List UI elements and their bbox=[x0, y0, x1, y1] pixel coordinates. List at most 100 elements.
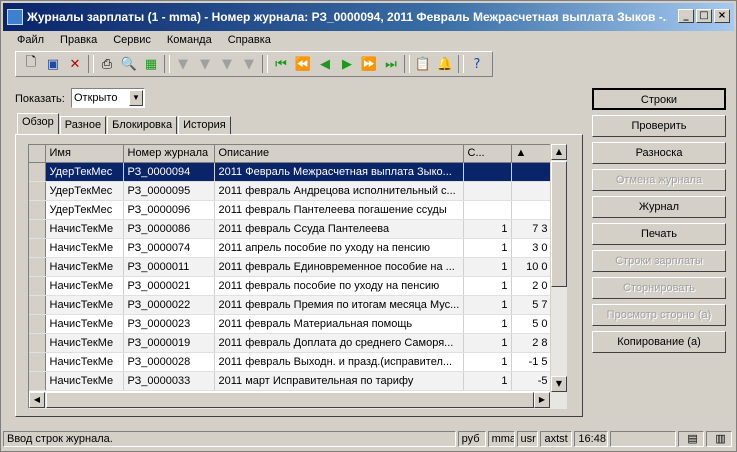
cell-name[interactable]: УдерТекМес bbox=[45, 181, 124, 201]
cell-amount[interactable]: 2 8 bbox=[511, 333, 552, 353]
cell-name[interactable]: НачисТекМе bbox=[45, 295, 124, 315]
cell-amount[interactable]: -5 bbox=[511, 371, 552, 391]
column-header-name[interactable]: Имя bbox=[45, 145, 124, 163]
vertical-scrollbar[interactable]: ▲ ▼ bbox=[550, 144, 567, 393]
column-header-journal-number[interactable]: Номер журнала bbox=[123, 145, 215, 163]
cell-journal-number[interactable]: РЗ_0000086 bbox=[123, 219, 215, 239]
previous-page-icon[interactable]: ⏪ bbox=[292, 54, 314, 74]
delete-icon[interactable]: ✕ bbox=[64, 54, 86, 74]
cell-name[interactable]: НачисТекМе bbox=[45, 257, 124, 277]
cell-c[interactable] bbox=[463, 181, 512, 201]
row-selector[interactable] bbox=[29, 181, 46, 201]
next-page-icon[interactable]: ⏩ bbox=[358, 54, 380, 74]
table-row[interactable]: НачисТекМе РЗ_0000074 2011 апрель пособие … bbox=[29, 238, 552, 258]
validate-button[interactable]: Проверить bbox=[592, 115, 726, 137]
cell-journal-number[interactable]: РЗ_0000094 bbox=[123, 162, 215, 182]
post-button[interactable]: Разноска bbox=[592, 142, 726, 164]
row-selector[interactable] bbox=[29, 257, 46, 277]
print-button[interactable]: Печать bbox=[592, 223, 726, 245]
cell-name[interactable]: НачисТекМе bbox=[45, 276, 124, 296]
maximize-button[interactable]: □ bbox=[696, 9, 712, 23]
cell-amount[interactable]: 5 7 bbox=[511, 295, 552, 315]
table-row[interactable]: УдерТекМес РЗ_0000096 2011 февраль Пантеле… bbox=[29, 200, 552, 220]
help-icon[interactable]: ? bbox=[466, 54, 488, 74]
row-selector[interactable] bbox=[29, 371, 46, 391]
table-row[interactable]: УдерТекМес РЗ_0000095 2011 февраль Андрецо… bbox=[29, 181, 552, 201]
cell-amount[interactable] bbox=[511, 181, 552, 201]
chevron-down-icon[interactable]: ▼ bbox=[129, 90, 143, 106]
tab-blocking[interactable]: Блокировка bbox=[107, 116, 178, 135]
table-row[interactable]: НачисТекМе РЗ_0000022 2011 февраль Премия … bbox=[29, 295, 552, 315]
scroll-down-icon[interactable]: ▼ bbox=[551, 376, 567, 392]
row-selector[interactable] bbox=[29, 219, 46, 239]
cell-c[interactable]: 1 bbox=[463, 333, 512, 353]
menu-command[interactable]: Команда bbox=[167, 34, 212, 46]
cell-description[interactable]: 2011 февраль Андрецова исполнительный с.… bbox=[214, 181, 464, 201]
reverse-button[interactable]: Сторнировать bbox=[592, 277, 726, 299]
advanced-filter-icon[interactable]: ▼ bbox=[216, 54, 238, 74]
cell-c[interactable]: 1 bbox=[463, 257, 512, 277]
lines-button[interactable]: Строки bbox=[592, 88, 726, 110]
cell-description[interactable]: 2011 февраль Премия по итогам месяца Мус… bbox=[214, 295, 464, 315]
save-icon[interactable]: ▣ bbox=[42, 54, 64, 74]
cell-description[interactable]: 2011 Февраль Межрасчетная выплата Зыко..… bbox=[214, 162, 464, 182]
row-selector[interactable] bbox=[29, 162, 46, 182]
show-filter-select[interactable]: Открыто ▼ bbox=[71, 88, 145, 108]
tab-general[interactable]: Разное bbox=[59, 116, 107, 135]
cell-description[interactable]: 2011 апрель пособие по уходу на пенсию bbox=[214, 238, 464, 258]
horizontal-scroll-thumb[interactable] bbox=[46, 392, 534, 408]
table-row[interactable]: НачисТекМе РЗ_0000028 2011 февраль Выходн.… bbox=[29, 352, 552, 372]
cell-description[interactable]: 2011 март Исправительная по тарифу bbox=[214, 371, 464, 391]
copy-button[interactable]: Копирование (а) bbox=[592, 331, 726, 353]
print-icon[interactable]: ⎙ bbox=[96, 54, 118, 74]
table-row[interactable]: НачисТекМе РЗ_0000086 2011 февраль Ссуда П… bbox=[29, 219, 552, 239]
previous-record-icon[interactable]: ◀ bbox=[314, 54, 336, 74]
cell-description[interactable]: 2011 февраль пособие по уходу на пенсию bbox=[214, 276, 464, 296]
cell-description[interactable]: 2011 февраль Выходн. и празд.(исправител… bbox=[214, 352, 464, 372]
scroll-left-icon[interactable]: ◀ bbox=[29, 392, 45, 408]
storage-icon[interactable]: ▥ bbox=[706, 431, 732, 447]
cell-amount[interactable]: 7 3 bbox=[511, 219, 552, 239]
journal-button[interactable]: Журнал bbox=[592, 196, 726, 218]
new-icon[interactable]: 🗋 bbox=[20, 54, 42, 74]
cell-name[interactable]: НачисТекМе bbox=[45, 371, 124, 391]
tab-overview[interactable]: Обзор bbox=[17, 113, 59, 135]
cell-amount[interactable] bbox=[511, 200, 552, 220]
first-record-icon[interactable]: ⏮ bbox=[270, 54, 292, 74]
table-row[interactable]: НачисТекМе РЗ_0000023 2011 февраль Материа… bbox=[29, 314, 552, 334]
cell-journal-number[interactable]: РЗ_0000033 bbox=[123, 371, 215, 391]
cell-name[interactable]: НачисТекМе bbox=[45, 238, 124, 258]
cell-journal-number[interactable]: РЗ_0000011 bbox=[123, 257, 215, 277]
remove-filter-icon[interactable]: ▼ bbox=[238, 54, 260, 74]
cell-journal-number[interactable]: РЗ_0000074 bbox=[123, 238, 215, 258]
next-record-icon[interactable]: ▶ bbox=[336, 54, 358, 74]
cell-amount[interactable]: 10 0 bbox=[511, 257, 552, 277]
last-record-icon[interactable]: ⏭ bbox=[380, 54, 402, 74]
attachments-icon[interactable]: 📋 bbox=[412, 54, 434, 74]
cell-name[interactable]: НачисТекМе bbox=[45, 219, 124, 239]
minimize-button[interactable]: _ bbox=[678, 9, 694, 23]
cell-description[interactable]: 2011 февраль Единовременное пособие на .… bbox=[214, 257, 464, 277]
payroll-lines-button[interactable]: Строки зарплаты bbox=[592, 250, 726, 272]
scroll-up-icon[interactable]: ▲ bbox=[551, 144, 567, 160]
cell-journal-number[interactable]: РЗ_0000096 bbox=[123, 200, 215, 220]
cell-c[interactable] bbox=[463, 162, 512, 182]
row-selector[interactable] bbox=[29, 314, 46, 334]
cell-c[interactable]: 1 bbox=[463, 295, 512, 315]
alert-icon[interactable]: 🔔 bbox=[434, 54, 456, 74]
cell-description[interactable]: 2011 февраль Ссуда Пантелеева bbox=[214, 219, 464, 239]
cell-c[interactable]: 1 bbox=[463, 238, 512, 258]
vertical-scroll-thumb[interactable] bbox=[551, 161, 567, 287]
column-header-description[interactable]: Описание bbox=[214, 145, 464, 163]
cell-journal-number[interactable]: РЗ_0000019 bbox=[123, 333, 215, 353]
tab-history[interactable]: История bbox=[178, 116, 231, 135]
cell-description[interactable]: 2011 февраль Доплата до среднего Саморя.… bbox=[214, 333, 464, 353]
cell-name[interactable]: УдерТекМес bbox=[45, 200, 124, 220]
filter-by-selection-icon[interactable]: ▼ bbox=[194, 54, 216, 74]
excel-icon[interactable]: ▦ bbox=[140, 54, 162, 74]
cell-amount[interactable]: 2 0 bbox=[511, 276, 552, 296]
row-selector[interactable] bbox=[29, 276, 46, 296]
cell-amount[interactable]: 5 0 bbox=[511, 314, 552, 334]
row-selector[interactable] bbox=[29, 295, 46, 315]
cell-journal-number[interactable]: РЗ_0000095 bbox=[123, 181, 215, 201]
